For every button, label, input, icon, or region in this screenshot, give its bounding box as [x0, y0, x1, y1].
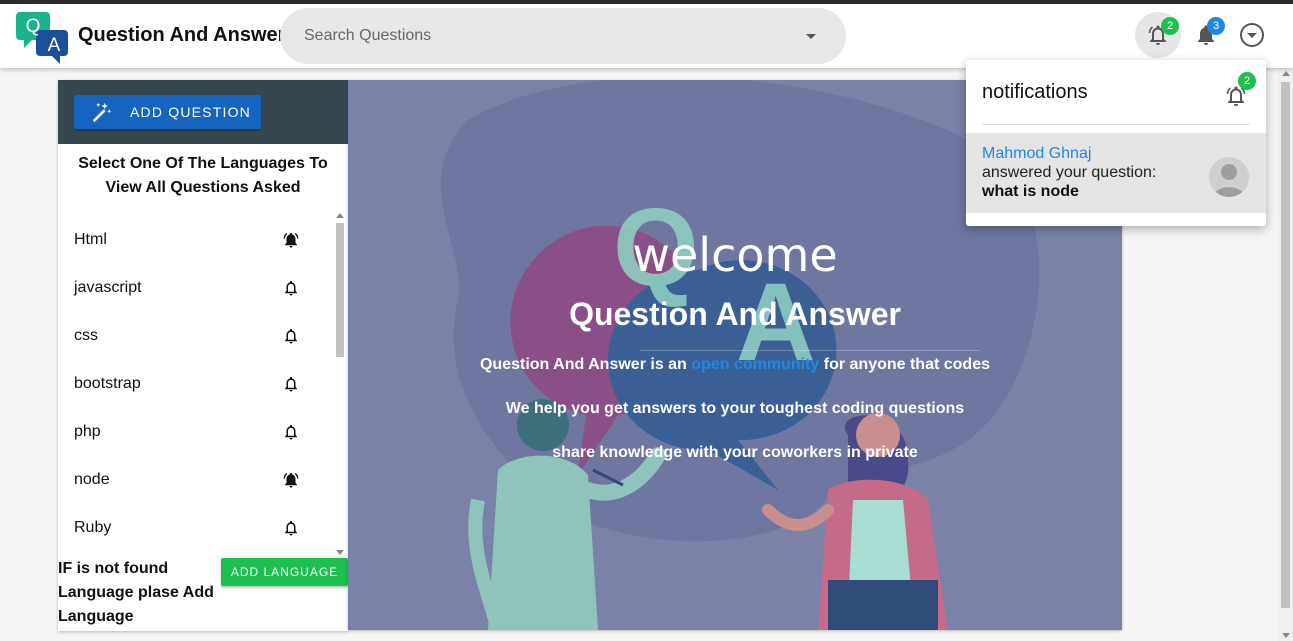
language-list-scrollbar[interactable]: [335, 211, 345, 557]
language-label: bootstrap: [74, 375, 141, 392]
language-item-ruby[interactable]: Ruby: [58, 504, 334, 552]
alerts-count-badge: 3: [1207, 17, 1225, 35]
notifications-divider: [982, 124, 1250, 125]
page-scrollbar-thumb[interactable]: [1281, 82, 1290, 608]
language-list: Html javascript css bootstrap php node R…: [58, 216, 348, 556]
language-item-css[interactable]: css: [58, 312, 334, 360]
notification-item[interactable]: Mahmod Ghnaj answered your question: wha…: [966, 133, 1266, 213]
welcome-heading: welcome: [632, 228, 838, 282]
language-label: css: [74, 327, 98, 344]
account-menu-button[interactable]: [1229, 12, 1275, 58]
language-item-node[interactable]: node: [58, 456, 334, 504]
search-dropdown-caret-icon[interactable]: [806, 34, 816, 39]
bell-outline-icon[interactable]: [282, 423, 300, 441]
notification-action: answered your question:: [982, 164, 1157, 181]
magic-wand-icon: [92, 102, 112, 123]
logo-letter-a: A: [48, 35, 61, 56]
language-label: php: [74, 423, 101, 440]
bell-ring-icon[interactable]: [282, 471, 300, 489]
bell-ring-icon[interactable]: [282, 231, 300, 249]
chevron-circle-down-icon: [1240, 23, 1264, 47]
add-language-button[interactable]: ADD LANGUAGE: [221, 558, 348, 586]
hero-divider: [640, 350, 980, 351]
search-input[interactable]: [304, 8, 784, 64]
notifications-dropdown: notifications 2 Mahmod Ghnaj answered yo…: [966, 60, 1266, 226]
language-label: node: [74, 471, 110, 488]
language-not-found-hint: IF is not found Language plase Add Langu…: [58, 560, 214, 625]
notifications-title: notifications: [982, 81, 1088, 103]
language-label: javascript: [74, 279, 142, 296]
list-scroll-down-icon[interactable]: [336, 550, 344, 555]
language-item-javascript[interactable]: javascript: [58, 264, 334, 312]
notifications-count-badge: 2: [1161, 17, 1179, 35]
list-scroll-up-icon[interactable]: [336, 213, 344, 218]
scroll-down-arrow-icon[interactable]: [1282, 633, 1290, 638]
hero-help-line: We help you get answers to your toughest…: [505, 400, 965, 417]
language-select-heading: Select One Of The Languages To View All …: [78, 155, 328, 196]
app-title[interactable]: Question And Answer: [78, 24, 285, 47]
qa-logo-icon[interactable]: Q A: [14, 8, 72, 66]
language-item-bootstrap[interactable]: bootstrap: [58, 360, 334, 408]
bell-outline-icon[interactable]: [282, 327, 300, 345]
hero-share-line: share knowledge with your coworkers in p…: [552, 444, 918, 461]
scroll-up-arrow-icon[interactable]: [1282, 71, 1290, 76]
user-placeholder-icon: [1213, 164, 1245, 197]
app-bar: Q A Question And Answer 2 3: [0, 4, 1293, 68]
search-bar[interactable]: [280, 8, 846, 64]
page-scrollbar[interactable]: [1278, 68, 1293, 641]
language-item-php[interactable]: php: [58, 408, 334, 456]
hero-intro-prefix: Question And Answer is an: [479, 356, 692, 373]
bell-outline-icon[interactable]: [282, 375, 300, 393]
sidebar-header: ADD QUESTION: [58, 80, 348, 144]
add-question-button[interactable]: ADD QUESTION: [74, 95, 261, 129]
open-community-link[interactable]: open community: [691, 356, 819, 373]
language-list-scrollbar-thumb[interactable]: [336, 223, 344, 357]
hero-title: Question And Answer: [569, 296, 901, 332]
language-label: Html: [74, 231, 107, 248]
notifications-button[interactable]: 2: [1135, 12, 1181, 58]
hero-intro-line: Question And Answer is an open community…: [348, 356, 1122, 374]
bell-outline-icon[interactable]: [282, 519, 300, 537]
language-label: Ruby: [74, 519, 112, 536]
avatar: [1209, 157, 1249, 197]
hero-intro-suffix: for anyone that codes: [819, 356, 990, 373]
notifications-panel-badge: 2: [1238, 72, 1256, 90]
add-question-label: ADD QUESTION: [130, 104, 251, 120]
language-item-html[interactable]: Html: [58, 216, 334, 264]
notification-user[interactable]: Mahmod Ghnaj: [982, 145, 1091, 163]
notifications-panel-bell[interactable]: 2: [1224, 72, 1256, 108]
alerts-button[interactable]: 3: [1183, 12, 1229, 58]
languages-sidebar: ADD QUESTION Select One Of The Languages…: [58, 80, 348, 631]
bell-outline-icon[interactable]: [282, 279, 300, 297]
logo-letter-q: Q: [26, 16, 41, 37]
notification-question: what is node: [982, 183, 1079, 200]
